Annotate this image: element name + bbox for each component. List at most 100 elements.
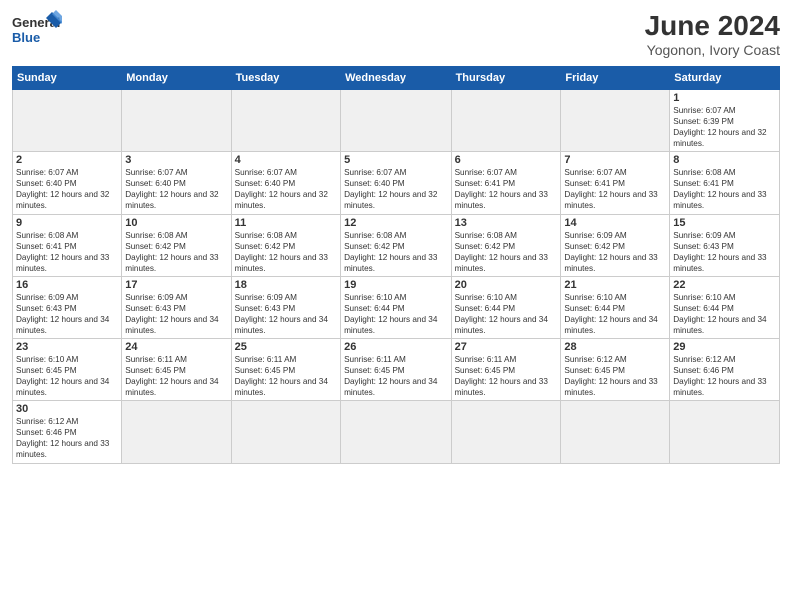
calendar-cell: 2Sunrise: 6:07 AMSunset: 6:40 PMDaylight… bbox=[13, 152, 122, 214]
day-info: Sunrise: 6:07 AMSunset: 6:40 PMDaylight:… bbox=[16, 167, 118, 211]
day-number: 10 bbox=[125, 217, 227, 229]
day-info: Sunrise: 6:12 AMSunset: 6:46 PMDaylight:… bbox=[673, 354, 776, 398]
calendar-cell: 1Sunrise: 6:07 AMSunset: 6:39 PMDaylight… bbox=[670, 90, 780, 152]
calendar-cell: 9Sunrise: 6:08 AMSunset: 6:41 PMDaylight… bbox=[13, 214, 122, 276]
calendar-cell: 7Sunrise: 6:07 AMSunset: 6:41 PMDaylight… bbox=[561, 152, 670, 214]
calendar-cell: 28Sunrise: 6:12 AMSunset: 6:45 PMDayligh… bbox=[561, 339, 670, 401]
calendar-cell: 16Sunrise: 6:09 AMSunset: 6:43 PMDayligh… bbox=[13, 276, 122, 338]
day-info: Sunrise: 6:07 AMSunset: 6:40 PMDaylight:… bbox=[344, 167, 447, 211]
day-info: Sunrise: 6:08 AMSunset: 6:42 PMDaylight:… bbox=[455, 230, 558, 274]
day-number: 2 bbox=[16, 154, 118, 166]
day-number: 3 bbox=[125, 154, 227, 166]
day-number: 20 bbox=[455, 279, 558, 291]
day-info: Sunrise: 6:07 AMSunset: 6:41 PMDaylight:… bbox=[564, 167, 666, 211]
calendar-cell: 20Sunrise: 6:10 AMSunset: 6:44 PMDayligh… bbox=[451, 276, 561, 338]
day-info: Sunrise: 6:10 AMSunset: 6:44 PMDaylight:… bbox=[673, 292, 776, 336]
calendar-cell: 12Sunrise: 6:08 AMSunset: 6:42 PMDayligh… bbox=[341, 214, 451, 276]
calendar-cell bbox=[13, 90, 122, 152]
day-info: Sunrise: 6:09 AMSunset: 6:43 PMDaylight:… bbox=[235, 292, 337, 336]
day-number: 30 bbox=[16, 403, 118, 415]
day-number: 1 bbox=[673, 92, 776, 104]
day-number: 5 bbox=[344, 154, 447, 166]
day-number: 4 bbox=[235, 154, 337, 166]
day-number: 26 bbox=[344, 341, 447, 353]
header-friday: Friday bbox=[561, 67, 670, 90]
calendar-cell bbox=[341, 401, 451, 463]
calendar-cell bbox=[670, 401, 780, 463]
day-number: 6 bbox=[455, 154, 558, 166]
day-info: Sunrise: 6:08 AMSunset: 6:42 PMDaylight:… bbox=[235, 230, 337, 274]
calendar-cell: 8Sunrise: 6:08 AMSunset: 6:41 PMDaylight… bbox=[670, 152, 780, 214]
calendar-cell: 4Sunrise: 6:07 AMSunset: 6:40 PMDaylight… bbox=[231, 152, 340, 214]
day-info: Sunrise: 6:11 AMSunset: 6:45 PMDaylight:… bbox=[344, 354, 447, 398]
calendar-cell: 14Sunrise: 6:09 AMSunset: 6:42 PMDayligh… bbox=[561, 214, 670, 276]
calendar-cell: 27Sunrise: 6:11 AMSunset: 6:45 PMDayligh… bbox=[451, 339, 561, 401]
calendar-cell bbox=[231, 401, 340, 463]
day-info: Sunrise: 6:08 AMSunset: 6:41 PMDaylight:… bbox=[16, 230, 118, 274]
day-number: 11 bbox=[235, 217, 337, 229]
calendar-cell bbox=[122, 90, 231, 152]
day-number: 15 bbox=[673, 217, 776, 229]
day-number: 7 bbox=[564, 154, 666, 166]
day-info: Sunrise: 6:09 AMSunset: 6:43 PMDaylight:… bbox=[16, 292, 118, 336]
calendar-cell bbox=[451, 401, 561, 463]
day-headers: Sunday Monday Tuesday Wednesday Thursday… bbox=[13, 67, 780, 90]
day-number: 29 bbox=[673, 341, 776, 353]
svg-text:Blue: Blue bbox=[12, 30, 40, 45]
day-info: Sunrise: 6:07 AMSunset: 6:40 PMDaylight:… bbox=[125, 167, 227, 211]
header-saturday: Saturday bbox=[670, 67, 780, 90]
header-tuesday: Tuesday bbox=[231, 67, 340, 90]
day-number: 27 bbox=[455, 341, 558, 353]
logo: General Blue bbox=[12, 10, 62, 52]
header-wednesday: Wednesday bbox=[341, 67, 451, 90]
day-number: 16 bbox=[16, 279, 118, 291]
day-info: Sunrise: 6:12 AMSunset: 6:45 PMDaylight:… bbox=[564, 354, 666, 398]
day-info: Sunrise: 6:10 AMSunset: 6:44 PMDaylight:… bbox=[455, 292, 558, 336]
calendar-cell: 15Sunrise: 6:09 AMSunset: 6:43 PMDayligh… bbox=[670, 214, 780, 276]
day-info: Sunrise: 6:10 AMSunset: 6:44 PMDaylight:… bbox=[344, 292, 447, 336]
calendar-cell: 30Sunrise: 6:12 AMSunset: 6:46 PMDayligh… bbox=[13, 401, 122, 463]
day-number: 14 bbox=[564, 217, 666, 229]
day-number: 24 bbox=[125, 341, 227, 353]
calendar-cell bbox=[341, 90, 451, 152]
calendar-cell bbox=[451, 90, 561, 152]
calendar-cell: 18Sunrise: 6:09 AMSunset: 6:43 PMDayligh… bbox=[231, 276, 340, 338]
day-number: 22 bbox=[673, 279, 776, 291]
day-number: 25 bbox=[235, 341, 337, 353]
calendar-cell: 22Sunrise: 6:10 AMSunset: 6:44 PMDayligh… bbox=[670, 276, 780, 338]
calendar-cell: 21Sunrise: 6:10 AMSunset: 6:44 PMDayligh… bbox=[561, 276, 670, 338]
day-info: Sunrise: 6:11 AMSunset: 6:45 PMDaylight:… bbox=[235, 354, 337, 398]
calendar-cell: 3Sunrise: 6:07 AMSunset: 6:40 PMDaylight… bbox=[122, 152, 231, 214]
day-info: Sunrise: 6:10 AMSunset: 6:45 PMDaylight:… bbox=[16, 354, 118, 398]
calendar-cell: 25Sunrise: 6:11 AMSunset: 6:45 PMDayligh… bbox=[231, 339, 340, 401]
day-info: Sunrise: 6:09 AMSunset: 6:43 PMDaylight:… bbox=[125, 292, 227, 336]
day-info: Sunrise: 6:11 AMSunset: 6:45 PMDaylight:… bbox=[125, 354, 227, 398]
calendar-cell: 24Sunrise: 6:11 AMSunset: 6:45 PMDayligh… bbox=[122, 339, 231, 401]
day-number: 8 bbox=[673, 154, 776, 166]
day-info: Sunrise: 6:12 AMSunset: 6:46 PMDaylight:… bbox=[16, 416, 118, 460]
day-info: Sunrise: 6:07 AMSunset: 6:40 PMDaylight:… bbox=[235, 167, 337, 211]
header-monday: Monday bbox=[122, 67, 231, 90]
header-sunday: Sunday bbox=[13, 67, 122, 90]
day-info: Sunrise: 6:07 AMSunset: 6:41 PMDaylight:… bbox=[455, 167, 558, 211]
day-info: Sunrise: 6:07 AMSunset: 6:39 PMDaylight:… bbox=[673, 105, 776, 149]
day-number: 12 bbox=[344, 217, 447, 229]
day-number: 17 bbox=[125, 279, 227, 291]
calendar-cell: 26Sunrise: 6:11 AMSunset: 6:45 PMDayligh… bbox=[341, 339, 451, 401]
day-info: Sunrise: 6:10 AMSunset: 6:44 PMDaylight:… bbox=[564, 292, 666, 336]
title-block: June 2024 Yogonon, Ivory Coast bbox=[645, 10, 780, 58]
day-info: Sunrise: 6:11 AMSunset: 6:45 PMDaylight:… bbox=[455, 354, 558, 398]
day-info: Sunrise: 6:09 AMSunset: 6:43 PMDaylight:… bbox=[673, 230, 776, 274]
calendar-cell: 6Sunrise: 6:07 AMSunset: 6:41 PMDaylight… bbox=[451, 152, 561, 214]
month-year: June 2024 bbox=[645, 10, 780, 42]
calendar-cell: 10Sunrise: 6:08 AMSunset: 6:42 PMDayligh… bbox=[122, 214, 231, 276]
header: General Blue June 2024 Yogonon, Ivory Co… bbox=[12, 10, 780, 58]
day-info: Sunrise: 6:09 AMSunset: 6:42 PMDaylight:… bbox=[564, 230, 666, 274]
calendar-cell bbox=[122, 401, 231, 463]
day-info: Sunrise: 6:08 AMSunset: 6:41 PMDaylight:… bbox=[673, 167, 776, 211]
calendar: Sunday Monday Tuesday Wednesday Thursday… bbox=[12, 66, 780, 464]
day-number: 21 bbox=[564, 279, 666, 291]
calendar-cell: 19Sunrise: 6:10 AMSunset: 6:44 PMDayligh… bbox=[341, 276, 451, 338]
calendar-cell bbox=[561, 401, 670, 463]
logo-svg: General Blue bbox=[12, 10, 62, 52]
